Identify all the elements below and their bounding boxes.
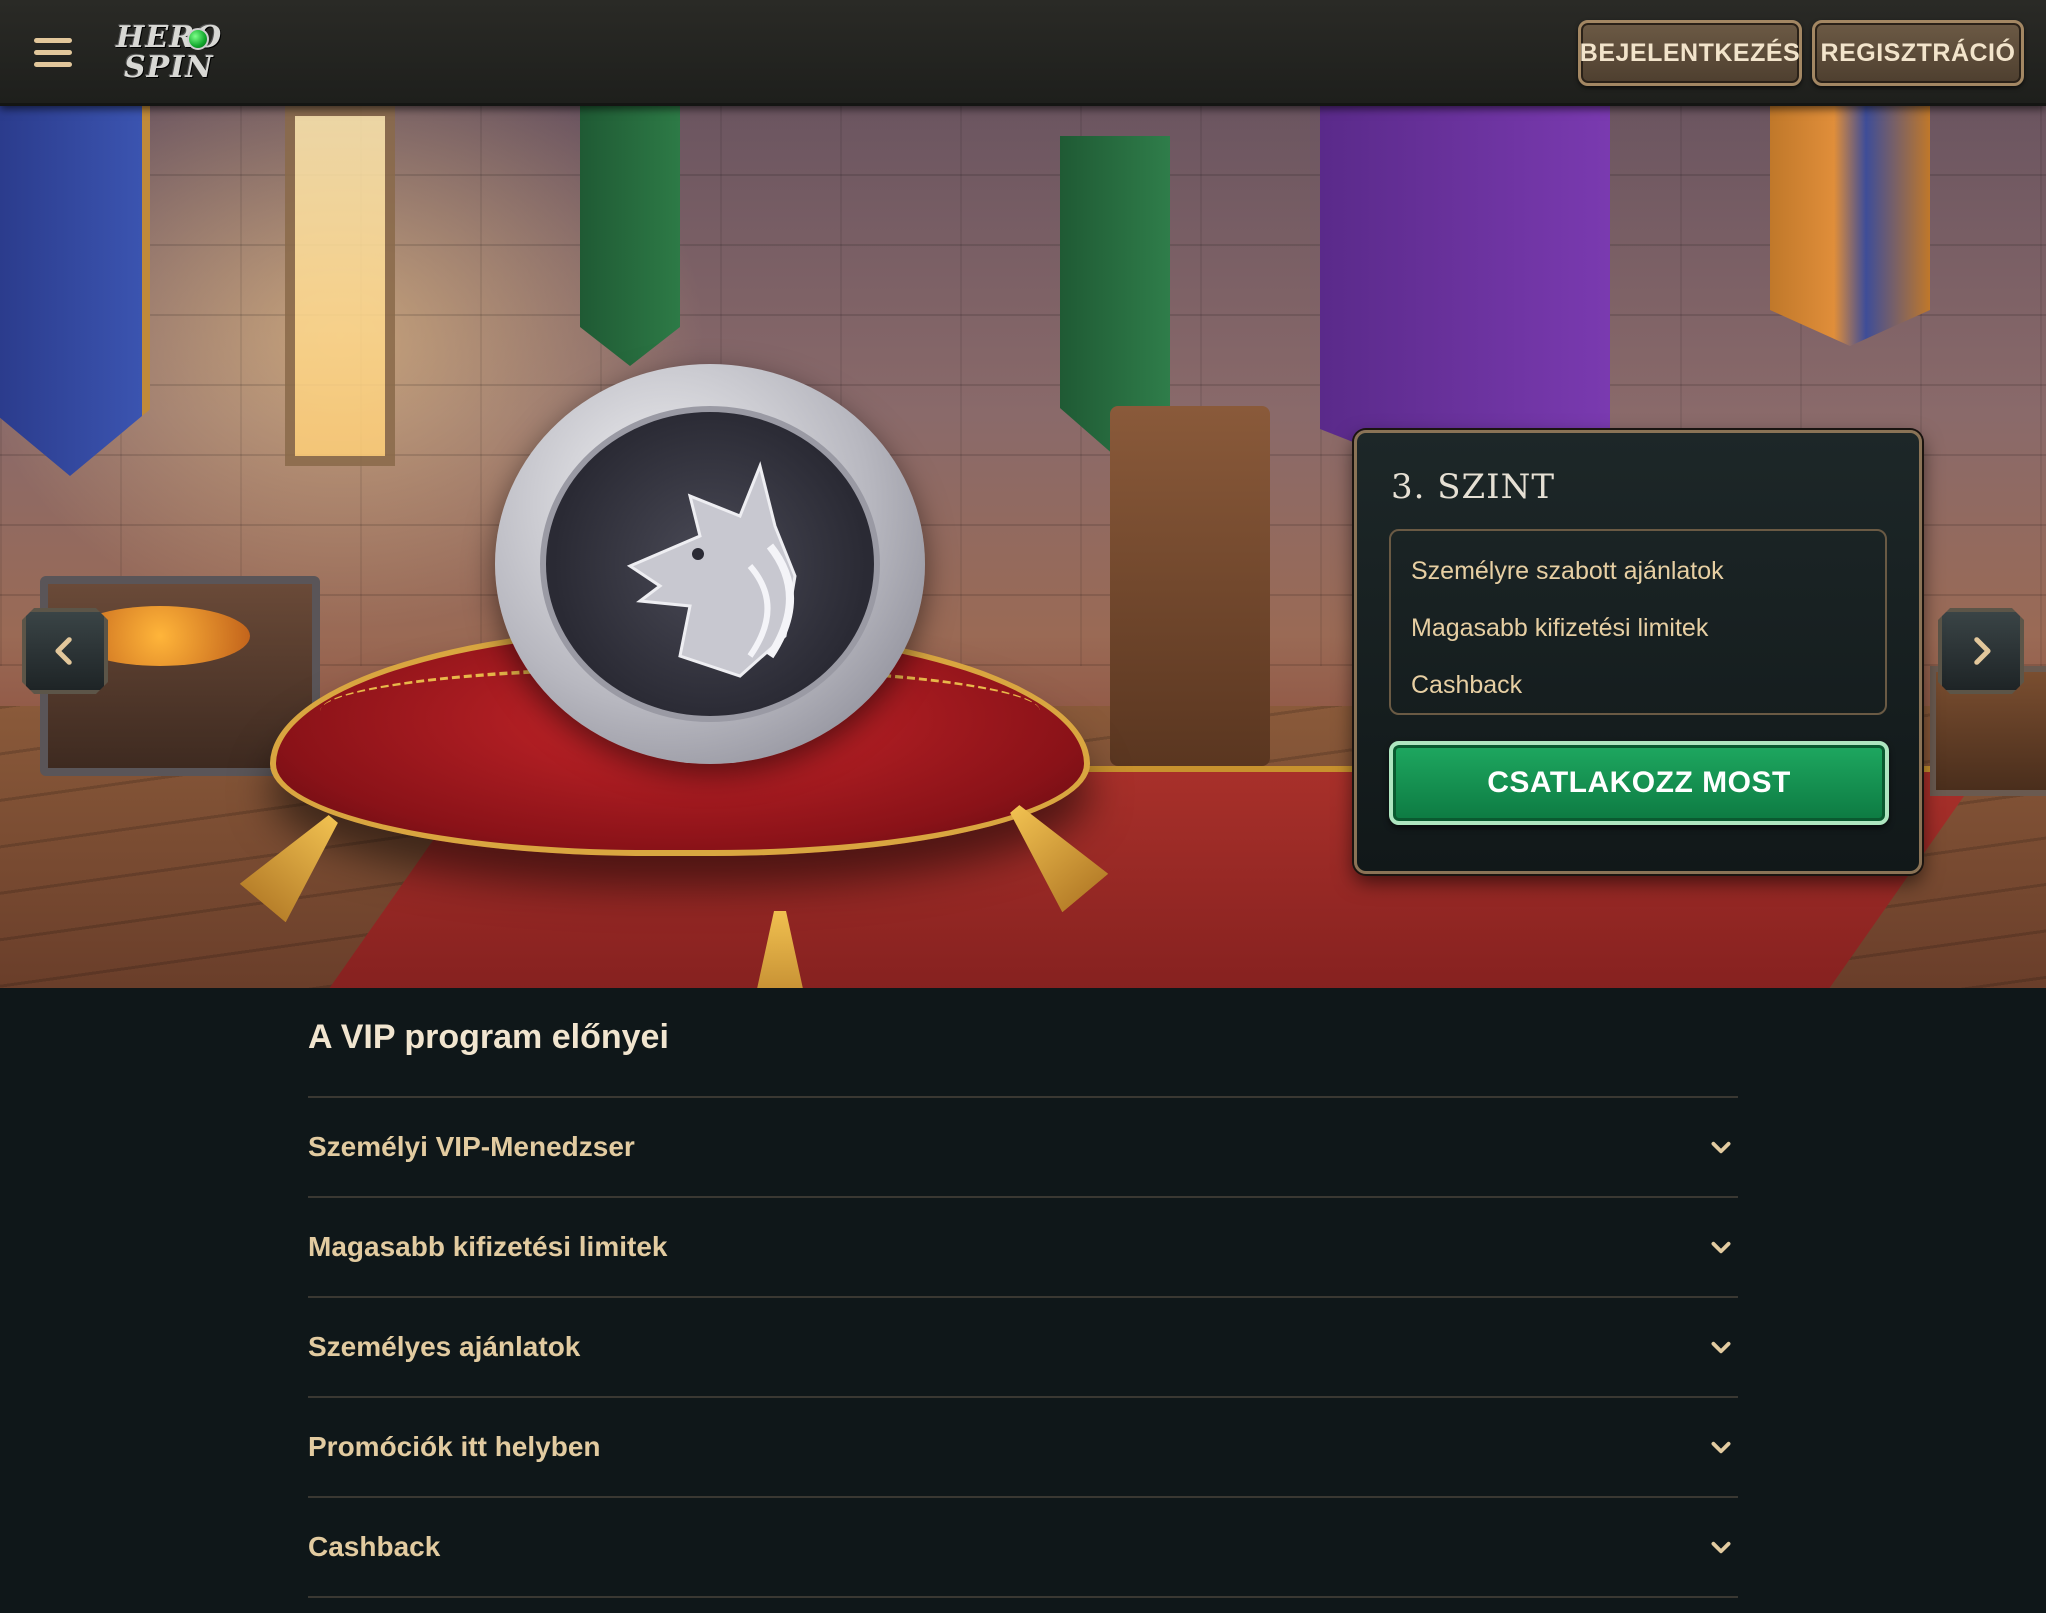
- accordion-item[interactable]: Magasabb kifizetési limitek: [308, 1198, 1738, 1298]
- carousel-prev-button[interactable]: [22, 608, 108, 694]
- purple-wolf-banner: [1320, 106, 1610, 486]
- level-benefit-item: Magasabb kifizetési limitek: [1411, 614, 1709, 642]
- chevron-down-icon: [1711, 1541, 1731, 1554]
- level-benefit-item: Cashback: [1411, 671, 1523, 699]
- accordion-label: Promóciók itt helyben: [308, 1431, 601, 1462]
- accordion-item[interactable]: Cashback: [308, 1498, 1738, 1598]
- green-banner: [580, 106, 680, 366]
- chevron-down-icon: [1711, 1441, 1731, 1454]
- level-title: 3. SZINT: [1391, 467, 1556, 507]
- accordion-label: Személyi VIP-Menedzser: [308, 1131, 635, 1162]
- accordion-label: Személyes ajánlatok: [308, 1331, 581, 1362]
- hero-spin-logo[interactable]: HERO SPIN: [116, 20, 221, 86]
- hero-banner: 3. SZINT Személyre szabott ajánlatok Mag…: [0, 106, 2046, 988]
- throne-chair: [1110, 406, 1270, 766]
- chevron-down-icon: [1711, 1241, 1731, 1254]
- join-now-button[interactable]: CSATLAKOZZ MOST: [1389, 741, 1889, 825]
- chevron-right-icon: [1974, 637, 1991, 665]
- wolf-emblem-icon: [626, 461, 797, 678]
- accordion-label: Cashback: [308, 1531, 441, 1562]
- top-header: HERO SPIN BEJELENTKEZÉS REGISZTRÁCIÓ: [0, 0, 2046, 106]
- chevron-down-icon: [1711, 1141, 1731, 1154]
- accordion-item[interactable]: Személyi VIP-Menedzser: [308, 1098, 1738, 1198]
- window-light: [285, 106, 395, 466]
- login-button[interactable]: BEJELENTKEZÉS: [1578, 20, 1802, 86]
- chevron-down-icon: [1711, 1341, 1731, 1354]
- level-benefit-item: Személyre szabott ajánlatok: [1411, 557, 1724, 585]
- logo-gem-icon: [187, 28, 209, 50]
- accordion-item[interactable]: Promóciók itt helyben: [308, 1398, 1738, 1498]
- accordion-label: Magasabb kifizetési limitek: [308, 1231, 668, 1262]
- blue-banner: [0, 106, 150, 476]
- chevron-left-icon: [55, 637, 72, 665]
- orange-banner: [1770, 106, 1930, 346]
- hamburger-menu-icon[interactable]: [34, 38, 72, 68]
- vip-benefits-section: A VIP program előnyei Személyi VIP-Mened…: [308, 988, 1738, 1598]
- accordion-item[interactable]: Személyes ajánlatok: [308, 1298, 1738, 1398]
- register-button[interactable]: REGISZTRÁCIÓ: [1812, 20, 2024, 86]
- logo-text-bottom: SPIN: [124, 50, 214, 85]
- level-benefits-list: Személyre szabott ajánlatok Magasabb kif…: [1389, 529, 1887, 715]
- level-card: 3. SZINT Személyre szabott ajánlatok Mag…: [1354, 430, 1922, 874]
- vip-section-title: A VIP program előnyei: [308, 1018, 669, 1056]
- carousel-next-button[interactable]: [1938, 608, 2024, 694]
